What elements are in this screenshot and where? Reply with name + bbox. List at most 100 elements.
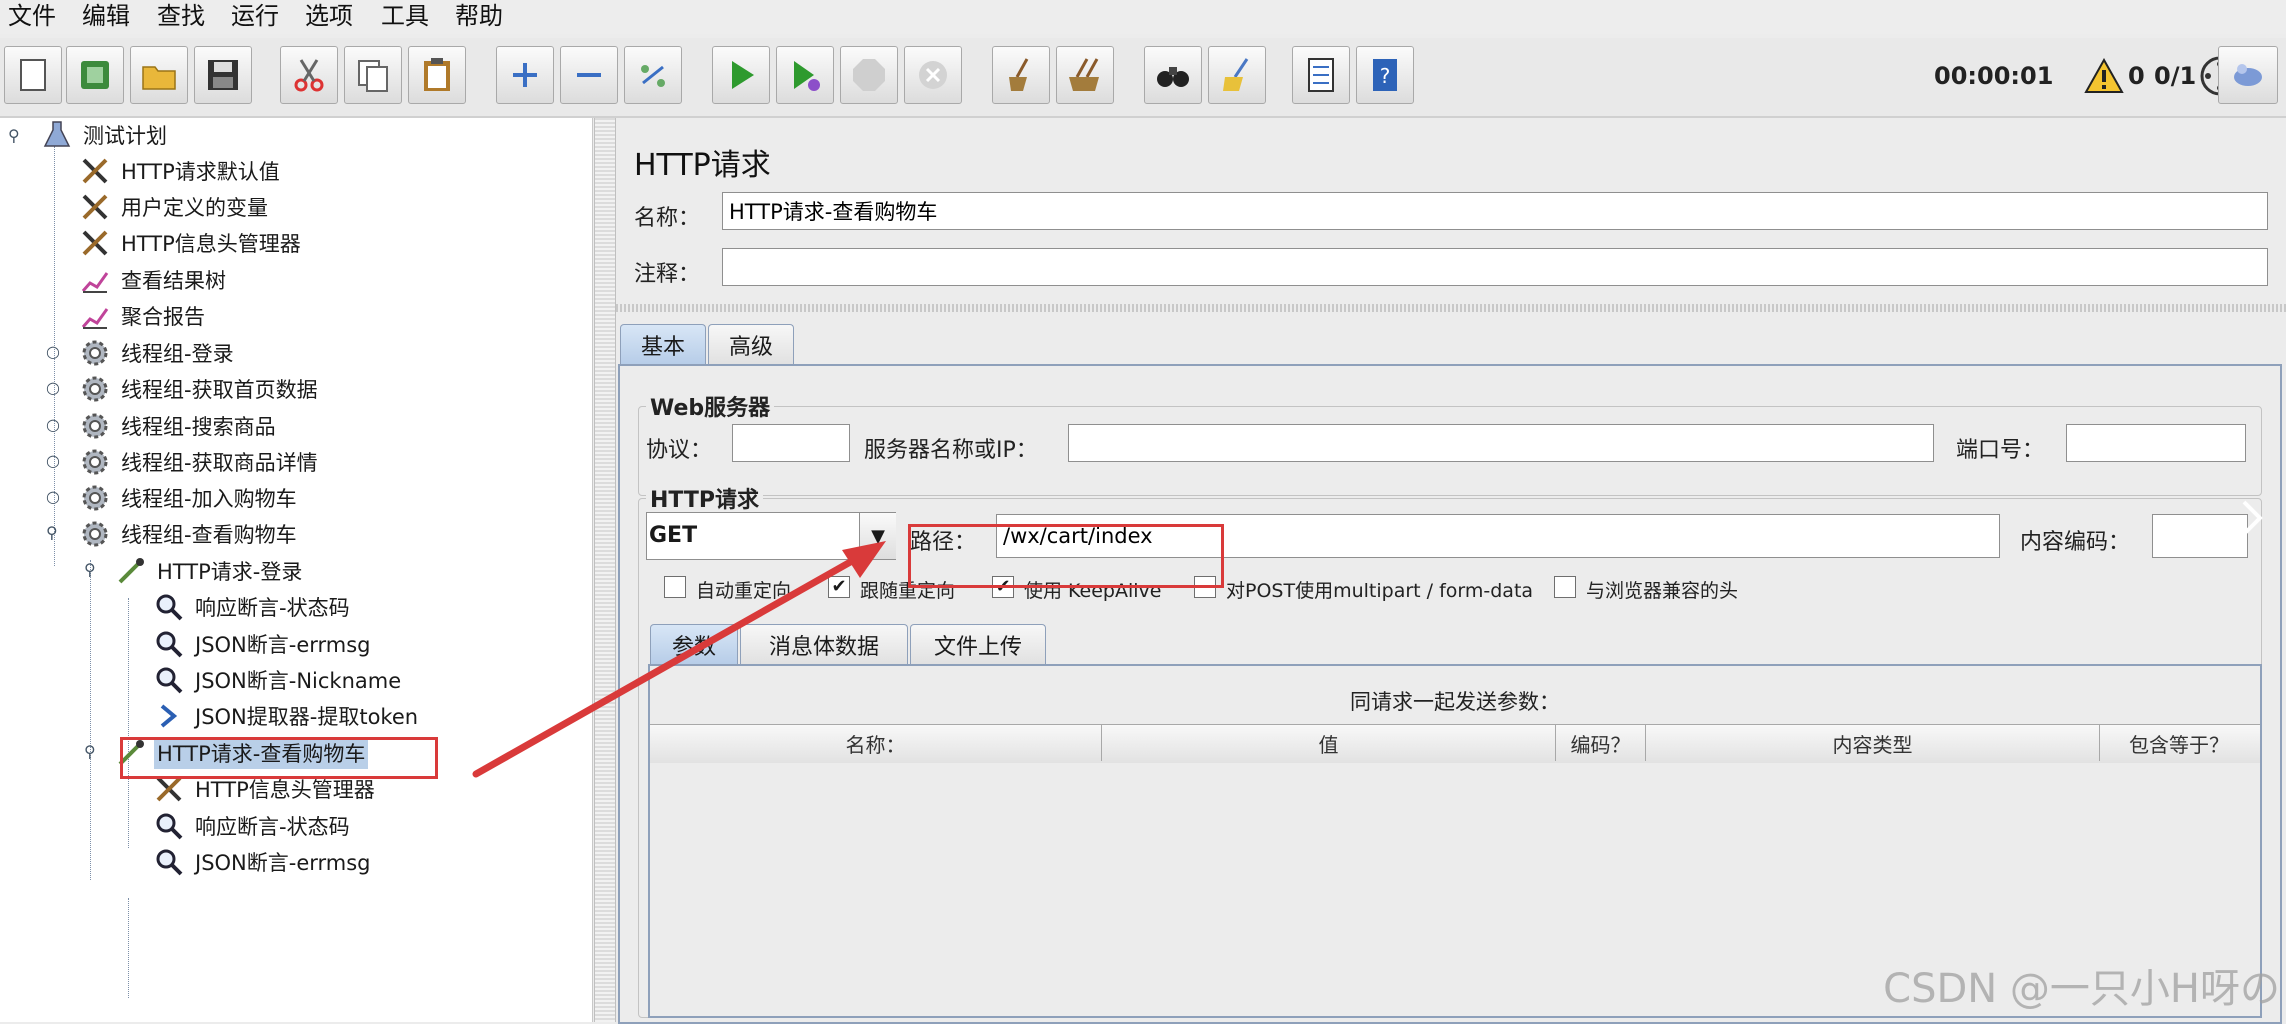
reset-search-button[interactable]	[1208, 46, 1266, 104]
column-name[interactable]: 名称：	[650, 725, 1102, 761]
menu-options[interactable]: 选项	[305, 0, 353, 32]
menu-file[interactable]: 文件	[8, 0, 56, 32]
tree-node[interactable]: JSON断言-errmsg	[152, 845, 374, 879]
tab-content: Web服务器 协议： 服务器名称或IP： 端口号： HTTP请求 GET ▼ 路…	[618, 364, 2282, 1024]
log-viewer-button[interactable]	[2218, 46, 2278, 104]
collapse-handle[interactable]: ⚲	[84, 742, 96, 761]
collapse-handle[interactable]: ⚲	[8, 126, 20, 145]
menu-help[interactable]: 帮助	[455, 0, 503, 32]
warning-icon[interactable]	[2084, 58, 2124, 94]
tree-node-label: 线程组-加入购物车	[121, 487, 297, 511]
tree-node[interactable]: HTTP请求-登录	[114, 554, 305, 588]
column-content-type[interactable]: 内容类型	[1646, 725, 2100, 761]
expand-handle[interactable]: ○	[46, 415, 60, 434]
expand-button[interactable]	[496, 46, 554, 104]
shutdown-button[interactable]	[904, 46, 962, 104]
tab-body-data[interactable]: 消息体数据	[740, 624, 908, 664]
paste-button[interactable]	[408, 46, 466, 104]
menu-edit[interactable]: 编辑	[82, 0, 130, 32]
parameters-caption: 同请求一起发送参数：	[1350, 690, 1560, 714]
copy-icon	[358, 60, 388, 92]
function-helper-button[interactable]	[1292, 46, 1350, 104]
menu-run[interactable]: 运行	[231, 0, 279, 32]
highlight-selected-request	[120, 737, 438, 779]
gear-icon	[78, 409, 112, 443]
tree-node[interactable]: 线程组-加入购物车	[78, 481, 300, 515]
split-pane-divider[interactable]	[594, 118, 616, 1022]
column-value[interactable]: 值	[1102, 725, 1556, 761]
tree-node[interactable]: JSON断言-Nickname	[152, 663, 404, 697]
browser-headers-checkbox[interactable]	[1554, 576, 1576, 598]
tree-node[interactable]: 线程组-获取首页数据	[78, 372, 321, 406]
tab-parameters[interactable]: 参数	[650, 624, 738, 664]
method-select[interactable]: GET ▼	[646, 512, 896, 560]
comment-field[interactable]	[722, 248, 2268, 286]
port-field[interactable]	[2066, 424, 2246, 462]
cut-button[interactable]	[280, 46, 338, 104]
expand-handle[interactable]: ○	[46, 487, 60, 506]
web-server-legend: Web服务器	[646, 390, 775, 422]
help-button[interactable]: ?	[1356, 46, 1414, 104]
open-button[interactable]	[130, 46, 188, 104]
tab-file-upload[interactable]: 文件上传	[910, 624, 1046, 664]
warning-count: 0	[2128, 62, 2145, 90]
follow-redirect-checkbox[interactable]: ✔	[828, 576, 850, 598]
tree-node-label: 线程组-登录	[121, 342, 234, 366]
server-field[interactable]	[1068, 424, 1934, 462]
tab-advanced[interactable]: 高级	[708, 324, 794, 364]
tab-basic[interactable]: 基本	[620, 324, 706, 364]
protocol-field[interactable]	[732, 424, 850, 462]
tree-node[interactable]: 响应断言-状态码	[152, 590, 353, 624]
save-button[interactable]	[194, 46, 252, 104]
comment-label: 注释：	[634, 262, 701, 287]
tree-node[interactable]: 线程组-查看购物车	[78, 517, 300, 551]
clear-button[interactable]	[992, 46, 1050, 104]
encoding-field[interactable]	[2152, 514, 2248, 558]
start-no-pause-button[interactable]	[776, 46, 834, 104]
tree-node[interactable]: 聚合报告	[78, 299, 208, 333]
start-button[interactable]	[712, 46, 770, 104]
tree-node[interactable]: JSON提取器-提取token	[152, 699, 421, 733]
new-button[interactable]	[4, 46, 62, 104]
copy-button[interactable]	[344, 46, 402, 104]
chevron-right-icon[interactable]	[2238, 498, 2266, 538]
section-divider[interactable]	[616, 304, 2286, 312]
expand-handle[interactable]: ○	[46, 378, 60, 397]
expand-handle[interactable]: ○	[46, 451, 60, 470]
chevron-down-icon[interactable]: ▼	[859, 513, 896, 559]
name-label: 名称：	[634, 206, 701, 231]
new-icon	[20, 59, 46, 91]
expand-handle[interactable]: ○	[46, 342, 60, 361]
menu-tools[interactable]: 工具	[381, 0, 429, 32]
template-icon	[81, 61, 109, 89]
toggle-button[interactable]	[624, 46, 682, 104]
search-button[interactable]	[1144, 46, 1202, 104]
tree-node[interactable]: HTTP信息头管理器	[78, 226, 304, 260]
templates-button[interactable]	[66, 46, 124, 104]
tree-node[interactable]: 线程组-登录	[78, 336, 237, 370]
menu-search[interactable]: 查找	[157, 0, 205, 32]
collapse-handle[interactable]: ⚲	[84, 560, 96, 579]
clear-all-button[interactable]	[1056, 46, 1114, 104]
collapse-button[interactable]	[560, 46, 618, 104]
stop-button[interactable]	[840, 46, 898, 104]
auto-redirect-checkbox[interactable]	[664, 576, 686, 598]
tree-node[interactable]: JSON断言-errmsg	[152, 627, 374, 661]
column-include-equals[interactable]: 包含等于？	[2100, 725, 2258, 761]
tree-node[interactable]: 响应断言-状态码	[152, 809, 353, 843]
gear-icon	[78, 445, 112, 479]
auto-redirect-label: 自动重定向	[696, 580, 792, 602]
tree-node[interactable]: 线程组-获取商品详情	[78, 445, 321, 479]
collapse-handle[interactable]: ⚲	[46, 523, 58, 542]
function-helper-icon	[1308, 58, 1334, 92]
reset-search-icon	[1223, 58, 1249, 91]
tree-root[interactable]: 测试计划	[40, 118, 170, 152]
highlight-path-field	[908, 524, 1224, 588]
column-encode[interactable]: 编码？	[1556, 725, 1646, 761]
tree-node[interactable]: 查看结果树	[78, 263, 229, 297]
tree-node[interactable]: 线程组-搜索商品	[78, 409, 279, 443]
tree-node[interactable]: HTTP请求默认值	[78, 154, 283, 188]
name-field[interactable]	[722, 192, 2268, 230]
tree-node-label: JSON断言-errmsg	[195, 851, 371, 875]
tree-node[interactable]: 用户定义的变量	[78, 190, 271, 224]
